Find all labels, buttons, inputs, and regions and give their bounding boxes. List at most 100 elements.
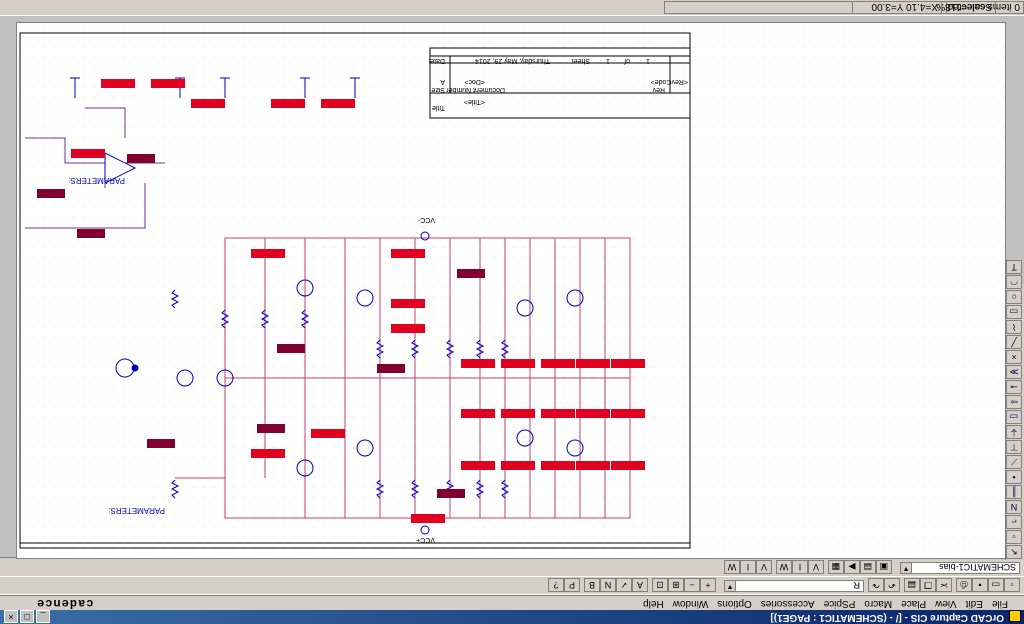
- of-value: 1: [646, 57, 650, 64]
- title-value: <Title>: [464, 98, 485, 105]
- date-value: Thursday, May 29, 2014: [475, 57, 550, 64]
- parameters-label-top: PARAMETERS:: [68, 176, 125, 185]
- text-icon[interactable]: T: [1006, 260, 1022, 274]
- bias-voltage-icon[interactable]: V: [756, 560, 772, 574]
- vcc-minus-label: VCC-: [417, 216, 435, 223]
- bias-power-icon[interactable]: W: [724, 560, 740, 574]
- menu-view[interactable]: View: [935, 598, 957, 609]
- menu-edit[interactable]: Edit: [966, 598, 983, 609]
- rectangle-icon[interactable]: ▭: [1006, 305, 1022, 319]
- net-alias-icon[interactable]: N: [1006, 500, 1022, 514]
- hier-port-icon[interactable]: ⇨: [1006, 395, 1022, 409]
- part-combo[interactable]: R ▼: [724, 580, 864, 592]
- project-icon[interactable]: P: [564, 578, 580, 592]
- print-icon[interactable]: ⎙: [956, 578, 972, 592]
- open-icon[interactable]: ▭: [988, 578, 1004, 592]
- zoom-area-icon[interactable]: ⊞: [668, 578, 684, 592]
- sheet-label: Sheet: [572, 57, 590, 64]
- menu-macro[interactable]: Macro: [864, 598, 892, 609]
- paste-icon[interactable]: ▤: [904, 578, 920, 592]
- schematic-combo-value: SCHEMATIC1-bias: [939, 562, 1016, 572]
- select-icon[interactable]: ↖: [1006, 545, 1022, 559]
- results-icon[interactable]: ▦: [828, 560, 844, 574]
- cut-icon[interactable]: ✂: [936, 578, 952, 592]
- zoom-all-icon[interactable]: ⊡: [652, 578, 668, 592]
- size-label: Size: [431, 86, 445, 93]
- bias-current-icon[interactable]: I: [740, 560, 756, 574]
- vcc-plus-label: VCC+: [416, 536, 435, 543]
- no-connect-icon[interactable]: ×: [1006, 350, 1022, 364]
- main-toolbar: ▫ ▭ ▪ ⎙ ✂ ❐ ▤ ↶ ↷ R ▼ + − ⊞ ⊡ A ✓ N B P …: [0, 575, 1024, 595]
- line-icon[interactable]: ╱: [1006, 335, 1022, 349]
- wire-icon[interactable]: ⌐: [1006, 515, 1022, 529]
- new-icon[interactable]: ▫: [1004, 578, 1020, 592]
- arc-icon[interactable]: ◠: [1006, 275, 1022, 289]
- drc-icon[interactable]: ✓: [616, 578, 632, 592]
- status-pad: [996, 1, 1024, 14]
- of-label: of: [624, 57, 630, 64]
- menu-file[interactable]: File: [992, 598, 1008, 609]
- doc-value: <Doc>: [464, 78, 485, 85]
- cadence-logo: cadence: [36, 596, 94, 610]
- status-scale: Scale=118%: [936, 1, 996, 14]
- minimize-icon[interactable]: _: [36, 610, 50, 623]
- close-icon[interactable]: ×: [4, 610, 18, 623]
- offpage-icon[interactable]: ≫: [1006, 365, 1022, 379]
- junction-icon[interactable]: •: [1006, 470, 1022, 484]
- new-sim-icon[interactable]: ▣: [876, 560, 892, 574]
- annotate-icon[interactable]: A: [632, 578, 648, 592]
- bom-icon[interactable]: B: [584, 578, 600, 592]
- schematic-canvas[interactable]: Title <Title> Size A Document Number <Do…: [16, 22, 1006, 559]
- app-icon: [1009, 610, 1021, 622]
- ground-icon[interactable]: ⏚: [1006, 425, 1022, 439]
- sheet-value: 1: [606, 57, 610, 64]
- status-coords: X=4.10 Y=3.00: [852, 1, 942, 14]
- maximize-icon[interactable]: □: [20, 610, 34, 623]
- power-icon[interactable]: ⊤: [1006, 440, 1022, 454]
- save-icon[interactable]: ▪: [972, 578, 988, 592]
- netlist-icon[interactable]: N: [600, 578, 616, 592]
- parameters-label-bottom: PARAMETERS:: [108, 506, 165, 515]
- grid-background: [17, 23, 1005, 558]
- polyline-icon[interactable]: ⌇: [1006, 320, 1022, 334]
- pspice-toolbar: SCHEMATIC1-bias ▼ ▣ ▤ ▶ ▦ V I W V I W: [0, 557, 1024, 577]
- power-marker-icon[interactable]: W: [776, 560, 792, 574]
- rev-label: Rev: [652, 86, 665, 93]
- run-icon[interactable]: ▶: [844, 560, 860, 574]
- title-bar: OrCAD Capture CIS - [/ - (SCHEMATIC1 : P…: [0, 610, 1024, 624]
- window-controls: _ □ ×: [4, 610, 50, 623]
- voltage-marker-icon[interactable]: V: [808, 560, 824, 574]
- schematic-drawing: Title <Title> Size A Document Number <Do…: [17, 23, 1005, 558]
- zoom-out-icon[interactable]: −: [684, 578, 700, 592]
- hier-pin-icon[interactable]: ⊸: [1006, 380, 1022, 394]
- menu-place[interactable]: Place: [901, 598, 926, 609]
- ellipse-icon[interactable]: ○: [1006, 290, 1022, 304]
- current-marker-icon[interactable]: I: [792, 560, 808, 574]
- help-icon[interactable]: ?: [548, 578, 564, 592]
- menu-help[interactable]: Help: [643, 598, 664, 609]
- chevron-down-icon[interactable]: ▼: [725, 581, 736, 591]
- menu-accessories[interactable]: Accessories: [761, 598, 815, 609]
- chevron-down-icon[interactable]: ▼: [901, 563, 912, 573]
- status-bar: 0 items selected Scale=118% X=4.10 Y=3.0…: [0, 0, 1024, 16]
- orcad-window: OrCAD Capture CIS - [/ - (SCHEMATIC1 : P…: [0, 0, 1024, 624]
- bus-entry-icon[interactable]: ⟋: [1006, 455, 1022, 469]
- bus-icon[interactable]: ║: [1006, 485, 1022, 499]
- undo-icon[interactable]: ↶: [884, 578, 900, 592]
- tool-palette: ↖ ▫ ⌐ N ║ • ⟋ ⊤ ⏚ ▭ ⇨ ⊸ ≫ × ╱ ⌇ ▭ ○ ◠ T: [1005, 260, 1024, 560]
- copy-icon[interactable]: ❐: [920, 578, 936, 592]
- menu-window[interactable]: Window: [673, 598, 709, 609]
- date-label: Date:: [428, 57, 445, 64]
- schematic-combo[interactable]: SCHEMATIC1-bias ▼: [900, 562, 1020, 574]
- zoom-in-icon[interactable]: +: [700, 578, 716, 592]
- size-value: A: [440, 78, 445, 85]
- edit-sim-icon[interactable]: ▤: [860, 560, 876, 574]
- menu-pspice[interactable]: PSpice: [824, 598, 856, 609]
- window-title: OrCAD Capture CIS - [/ - (SCHEMATIC1 : P…: [770, 612, 1004, 623]
- rev-value: <RevCode>: [651, 78, 688, 85]
- title-label: Title: [432, 104, 445, 111]
- menu-options[interactable]: Options: [717, 598, 751, 609]
- redo-icon[interactable]: ↷: [868, 578, 884, 592]
- hier-block-icon[interactable]: ▭: [1006, 410, 1022, 424]
- place-part-icon[interactable]: ▫: [1006, 530, 1022, 544]
